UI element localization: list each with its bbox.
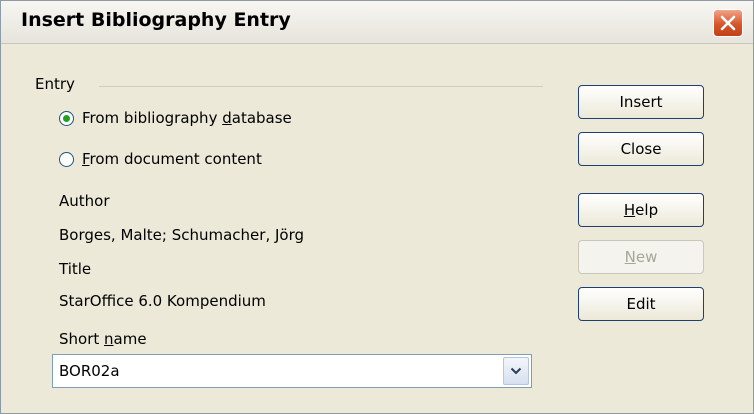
short-name-combobox[interactable]: BOR02a bbox=[52, 354, 532, 388]
help-button[interactable]: Help bbox=[578, 193, 704, 227]
author-label: Author bbox=[59, 192, 110, 210]
section-divider bbox=[99, 86, 543, 87]
title-value: StarOffice 6.0 Kompendium bbox=[59, 292, 266, 310]
short-name-value: BOR02a bbox=[59, 362, 120, 380]
entry-section-label: Entry bbox=[35, 75, 75, 93]
edit-button[interactable]: Edit bbox=[578, 287, 704, 321]
radio-from-document[interactable]: From document content bbox=[59, 150, 262, 168]
radio-from-database[interactable]: From bibliography database bbox=[59, 109, 292, 127]
close-icon bbox=[720, 15, 736, 31]
title-label: Title bbox=[59, 260, 92, 278]
dialog-title: Insert Bibliography Entry bbox=[21, 9, 291, 31]
radio-button-selected[interactable] bbox=[59, 110, 74, 126]
radio-dot bbox=[63, 114, 70, 122]
chevron-down-icon bbox=[510, 367, 522, 375]
close-button[interactable]: Close bbox=[578, 132, 704, 166]
radio-from-database-label: From bibliography database bbox=[82, 109, 292, 127]
insert-button[interactable]: Insert bbox=[578, 85, 704, 119]
new-button: New bbox=[578, 240, 704, 274]
title-bar[interactable]: Insert Bibliography Entry bbox=[1, 1, 753, 44]
dialog-window: Insert Bibliography Entry Entry From bib… bbox=[0, 0, 754, 414]
author-value: Borges, Malte; Schumacher, Jörg bbox=[59, 226, 305, 244]
short-name-label: Short name bbox=[59, 330, 147, 348]
radio-from-document-label: From document content bbox=[82, 150, 262, 168]
dropdown-button[interactable] bbox=[503, 357, 529, 385]
close-window-button[interactable] bbox=[713, 9, 743, 37]
radio-button[interactable] bbox=[59, 151, 74, 167]
